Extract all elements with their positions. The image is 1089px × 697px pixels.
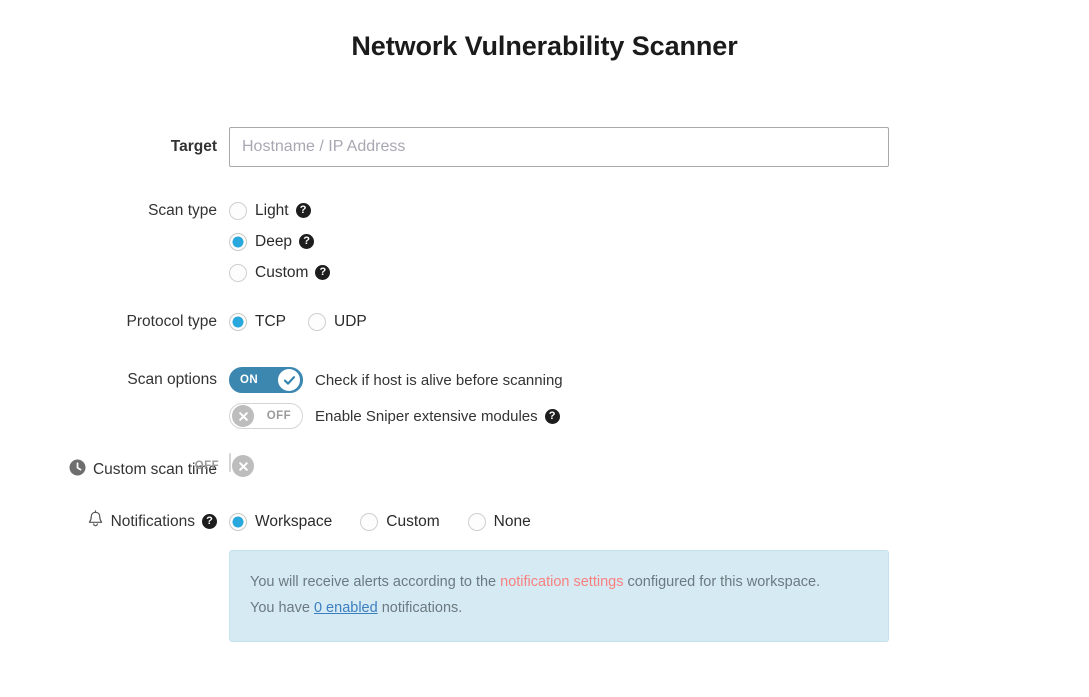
scan-options-label: Scan options <box>0 362 229 398</box>
scan-options-row: Scan options ON Check if host is alive b… <box>0 362 1089 434</box>
notifications-option-workspace[interactable]: Workspace <box>229 513 332 531</box>
notifications-row: Notifications ? Workspace Custom None <box>0 506 1089 642</box>
scan-type-deep-label: Deep <box>255 233 292 251</box>
scan-option-sniper-text: Enable Sniper extensive modules <box>315 408 538 425</box>
notifications-none-label: None <box>494 513 531 531</box>
close-icon <box>238 461 249 472</box>
close-icon <box>238 411 249 422</box>
toggle-sniper-modules[interactable]: OFF <box>229 403 303 429</box>
toggle-knob-custom-scan-time <box>232 455 254 477</box>
info-line1-part2: configured for this workspace. <box>623 574 820 590</box>
help-icon-notifications[interactable]: ? <box>202 514 217 529</box>
protocol-option-udp[interactable]: UDP <box>308 313 367 331</box>
toggle-custom-scan-time-state: OFF <box>195 454 219 478</box>
scan-option-host-alive: ON Check if host is alive before scannin… <box>229 362 1089 398</box>
scan-type-option-light-line: Light ? <box>229 195 1089 226</box>
scan-type-option-custom[interactable]: Custom <box>229 264 308 282</box>
scan-type-option-custom-line: Custom ? <box>229 257 1089 288</box>
radio-deep-icon[interactable] <box>229 233 247 251</box>
scanner-form: Target Scan type Light ? Deep ? <box>0 127 1089 642</box>
notification-settings-link[interactable]: notification settings <box>500 574 623 590</box>
scan-option-host-alive-text: Check if host is alive before scanning <box>315 372 563 389</box>
notifications-option-none[interactable]: None <box>468 513 531 531</box>
toggle-state-off-label: OFF <box>267 404 291 428</box>
scan-option-sniper: OFF Enable Sniper extensive modules ? <box>229 398 1089 434</box>
protocol-udp-label: UDP <box>334 313 367 331</box>
toggle-check-host-alive[interactable]: ON <box>229 367 303 393</box>
check-icon <box>283 374 296 387</box>
page-title: Network Vulnerability Scanner <box>0 31 1089 62</box>
radio-tcp-icon[interactable] <box>229 313 247 331</box>
toggle-knob-on <box>278 369 300 391</box>
scan-type-option-deep[interactable]: Deep <box>229 233 292 251</box>
protocol-type-options: TCP UDP <box>229 306 1089 337</box>
scan-option-sniper-caption: Enable Sniper extensive modules ? <box>315 408 560 425</box>
scan-type-option-light[interactable]: Light <box>229 202 289 220</box>
scan-type-option-deep-line: Deep ? <box>229 226 1089 257</box>
help-icon-light[interactable]: ? <box>296 203 311 218</box>
toggle-custom-scan-time[interactable]: OFF <box>229 453 231 472</box>
radio-light-icon[interactable] <box>229 202 247 220</box>
notifications-info-box: You will receive alerts according to the… <box>229 550 889 642</box>
notifications-custom-label: Custom <box>386 513 439 531</box>
scan-options-list: ON Check if host is alive before scannin… <box>229 362 1089 434</box>
radio-notif-none-icon[interactable] <box>468 513 486 531</box>
help-icon-sniper[interactable]: ? <box>545 409 560 424</box>
clock-icon <box>69 459 86 481</box>
scan-type-label: Scan type <box>0 195 229 226</box>
scan-type-custom-label: Custom <box>255 264 308 282</box>
info-line2-part1: You have <box>250 600 314 616</box>
notifications-info-line-1: You will receive alerts according to the… <box>250 569 868 595</box>
notifications-label: Notifications <box>111 513 195 531</box>
notifications-option-custom[interactable]: Custom <box>360 513 439 531</box>
notifications-info-line-2: You have 0 enabled notifications. <box>250 595 868 621</box>
notifications-label-wrap: Notifications ? <box>0 506 229 537</box>
protocol-type-row: Protocol type TCP UDP <box>0 306 1089 337</box>
target-field-wrap <box>229 127 1089 167</box>
notifications-field: Workspace Custom None You will receive a… <box>229 506 1089 642</box>
help-icon-deep[interactable]: ? <box>299 234 314 249</box>
radio-udp-icon[interactable] <box>308 313 326 331</box>
target-row: Target <box>0 127 1089 167</box>
notifications-workspace-label: Workspace <box>255 513 332 531</box>
enabled-notifications-link[interactable]: 0 enabled <box>314 600 378 616</box>
scan-type-options: Light ? Deep ? Custom ? <box>229 195 1089 288</box>
radio-notif-custom-icon[interactable] <box>360 513 378 531</box>
protocol-type-label: Protocol type <box>0 306 229 337</box>
toggle-state-on-label: ON <box>240 368 258 392</box>
notifications-options: Workspace Custom None <box>229 506 1089 537</box>
target-label: Target <box>0 127 229 167</box>
protocol-tcp-label: TCP <box>255 313 286 331</box>
toggle-knob-off <box>232 405 254 427</box>
custom-scan-time-field: OFF <box>229 454 1089 472</box>
bell-icon <box>87 510 104 533</box>
radio-workspace-icon[interactable] <box>229 513 247 531</box>
radio-custom-icon[interactable] <box>229 264 247 282</box>
scan-option-host-alive-caption: Check if host is alive before scanning <box>315 372 563 389</box>
target-input[interactable] <box>229 127 889 167</box>
scan-type-row: Scan type Light ? Deep ? Custom <box>0 195 1089 288</box>
info-line2-part2: notifications. <box>378 600 463 616</box>
info-line1-part1: You will receive alerts according to the <box>250 574 500 590</box>
scan-type-light-label: Light <box>255 202 289 220</box>
help-icon-custom[interactable]: ? <box>315 265 330 280</box>
custom-scan-time-row: Custom scan time OFF <box>0 454 1089 486</box>
protocol-option-tcp[interactable]: TCP <box>229 313 286 331</box>
